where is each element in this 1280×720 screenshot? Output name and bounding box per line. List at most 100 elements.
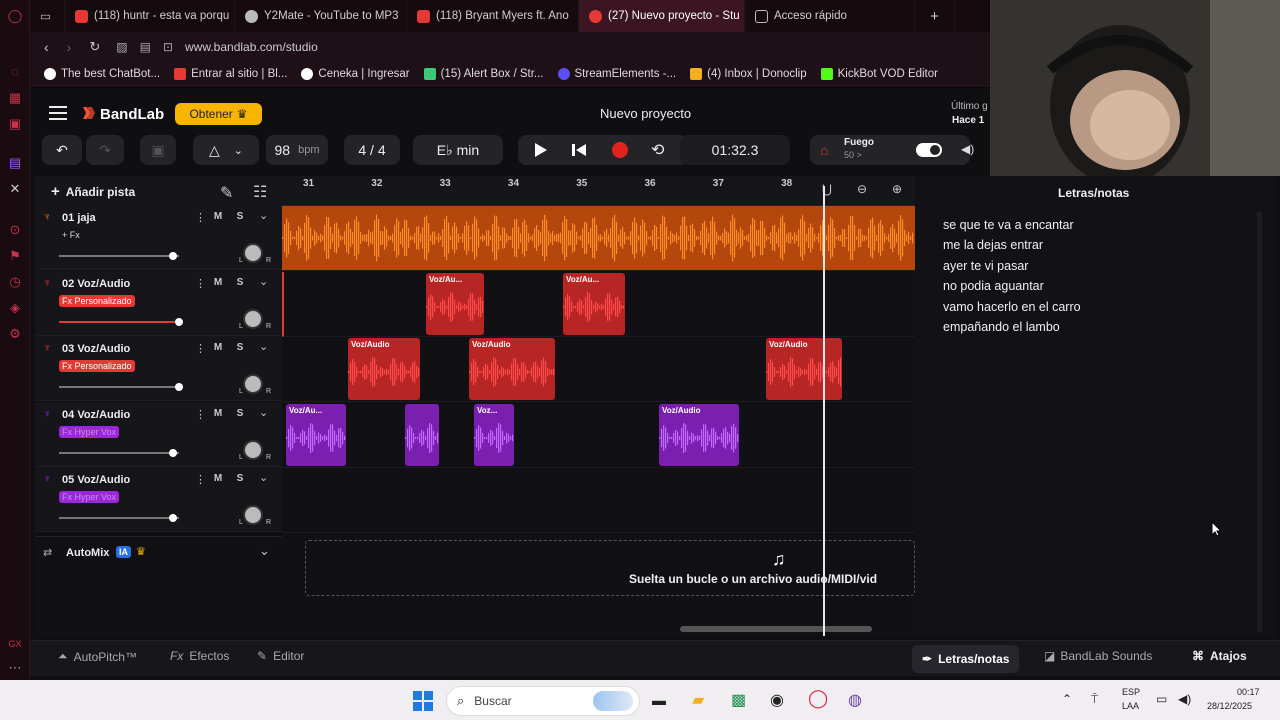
volume-slider[interactable]	[59, 514, 179, 522]
sidebar-icon-5[interactable]: ⚑	[7, 248, 23, 264]
autopitch-button[interactable]: ⏶ AutoPitch™	[58, 649, 137, 664]
fx-badge[interactable]: Fx Hyper Vox	[59, 491, 120, 503]
track-header[interactable]: ♆ 02 Voz/Audio Fx Personalizado ⋮ M S ⌄ L R	[35, 270, 282, 336]
mute-button[interactable]: M	[211, 408, 225, 422]
play-icon[interactable]	[532, 142, 548, 158]
solo-button[interactable]: S	[233, 277, 247, 291]
mute-button[interactable]: M	[211, 342, 225, 356]
excel-icon[interactable]: ▩	[731, 690, 746, 710]
reload-icon[interactable]: ↻	[89, 39, 100, 55]
bookmark-0[interactable]: The best ChatBot...	[44, 67, 160, 80]
track-name[interactable]: 01 jaja	[62, 212, 96, 224]
audio-clip[interactable]: Voz/Au...	[426, 272, 484, 335]
lang-top[interactable]: ESP	[1122, 687, 1140, 697]
volume-slider[interactable]	[59, 383, 183, 391]
get-membership-button[interactable]: Obtener ♛	[175, 103, 262, 125]
fx-badge[interactable]: Fx Personalizado	[59, 294, 135, 307]
loop-region-button[interactable]: ▣	[140, 135, 176, 165]
opera-gx-icon[interactable]: ◯	[808, 688, 828, 709]
task-view-icon[interactable]: ▬	[652, 692, 666, 708]
chevron-down-icon[interactable]: ⌄	[259, 471, 268, 484]
pan-knob[interactable]	[243, 439, 263, 460]
search-box[interactable]: ⌕ Buscar	[446, 686, 640, 716]
volume-slider[interactable]	[59, 252, 179, 260]
audio-clip[interactable]	[282, 208, 915, 268]
forward-icon[interactable]: ›	[67, 39, 72, 55]
pan-knob[interactable]	[243, 505, 263, 525]
sidebar-icon-7[interactable]: GX	[7, 636, 23, 652]
chevron-down-icon[interactable]: ⌄	[259, 406, 268, 419]
pan-knob[interactable]	[243, 243, 263, 263]
redo-button[interactable]: ↷	[86, 135, 124, 165]
volume-thumb[interactable]	[169, 448, 177, 457]
clock-time[interactable]: 00:17	[1237, 687, 1260, 697]
pan-knob[interactable]	[243, 374, 263, 394]
track-lane[interactable]	[282, 206, 915, 271]
track-header[interactable]: ♆ 01 jaja + Fx ⋮ M S ⌄ L R	[35, 205, 282, 270]
more-options-icon[interactable]: ⋮	[195, 211, 206, 224]
clock-date[interactable]: 28/12/2025	[1207, 701, 1252, 711]
tab-2[interactable]: (118) Bryant Myers ft. Ano	[407, 0, 579, 32]
volume-thumb[interactable]	[175, 317, 183, 326]
tempo-field[interactable]: 98 bpm	[266, 135, 328, 165]
tab-0[interactable]: (118) huntr - esta va porqu	[65, 0, 235, 32]
sidebar-icon-1[interactable]: ◌	[7, 64, 23, 80]
playhead[interactable]	[823, 186, 825, 636]
fuego-streak[interactable]: ⌂ Fuego 50 >	[810, 135, 970, 165]
mixer-icon[interactable]: ☷	[253, 182, 267, 202]
volume-thumb[interactable]	[169, 514, 177, 522]
track-header[interactable]: ♆ 05 Voz/Audio Fx Hyper Vox ⋮ M S ⌄ L R	[35, 467, 282, 532]
mic-icon[interactable]: ⍑	[1091, 692, 1098, 707]
back-icon[interactable]: ‹	[44, 39, 49, 55]
opera-logo-icon[interactable]: ◯	[7, 8, 23, 24]
more-options-icon[interactable]: ⋮	[195, 408, 206, 421]
volume-thumb[interactable]	[169, 252, 177, 260]
solo-button[interactable]: S	[233, 473, 247, 487]
bookmark-3[interactable]: (15) Alert Box / Str...	[423, 67, 544, 80]
volume-icon[interactable]: ◀)	[961, 142, 974, 156]
track-header[interactable]: ♆ 03 Voz/Audio Fx Personalizado ⋮ M S ⌄ L R	[35, 336, 282, 401]
volume-thumb[interactable]	[175, 383, 183, 391]
bookmark-1[interactable]: Entrar al sitio | Bl...	[174, 67, 287, 80]
settings-icon[interactable]: ⚙	[7, 326, 23, 342]
horizontal-scrollbar[interactable]	[680, 626, 872, 632]
position-display[interactable]: 01:32.3	[680, 135, 790, 165]
sidebar-icon-4[interactable]: ⊙	[7, 222, 23, 238]
microphone-icon[interactable]: ♆	[43, 277, 51, 289]
network-icon[interactable]: ▭	[1156, 692, 1167, 706]
pencil-tool-icon[interactable]: ✎	[220, 183, 233, 203]
bookmark-5[interactable]: (4) Inbox | Donoclip	[690, 67, 807, 80]
more-options-icon[interactable]: ⋮	[195, 277, 206, 290]
solo-button[interactable]: S	[233, 211, 247, 225]
mute-button[interactable]: M	[211, 473, 225, 487]
audio-clip[interactable]: Voz/Au...	[286, 403, 346, 466]
chevron-down-icon[interactable]: ⌄	[259, 543, 270, 559]
tab-overview-icon[interactable]: ▭	[30, 0, 65, 32]
audio-clip[interactable]: Voz/Au...	[563, 272, 625, 335]
x-icon[interactable]: ✕	[7, 181, 23, 197]
add-track-button[interactable]: + Añadir pista	[51, 183, 135, 200]
track-header[interactable]: ♆ 04 Voz/Audio Fx Hyper Vox ⋮ M S ⌄ L R	[35, 401, 282, 467]
bookmark-6[interactable]: KickBot VOD Editor	[820, 67, 938, 80]
undo-button[interactable]: ↶	[42, 135, 82, 165]
notes-scrollbar[interactable]	[1257, 212, 1262, 632]
url-field[interactable]: www.bandlab.com/studio	[185, 40, 318, 54]
tab-1[interactable]: Y2Mate - YouTube to MP3	[235, 0, 407, 32]
lang-bottom[interactable]: LAA	[1122, 701, 1139, 711]
fx-badge[interactable]: Fx Hyper Vox	[59, 425, 120, 438]
more-icon[interactable]: ⋯	[7, 660, 23, 676]
microphone-icon[interactable]: ♆	[43, 211, 51, 223]
volume-slider[interactable]	[59, 448, 179, 457]
tab-3[interactable]: (27) Nuevo proyecto - Stu	[579, 0, 745, 32]
editor-button[interactable]: ✎ Editor	[257, 649, 304, 663]
shortcuts-button[interactable]: ⌘ Atajos	[1192, 649, 1247, 663]
microphone-icon[interactable]: ♆	[43, 408, 51, 420]
chrome-icon[interactable]: ◉	[770, 690, 784, 710]
snapshot-icon[interactable]: ▨	[116, 40, 127, 54]
audio-clip[interactable]: Voz/Audio	[659, 403, 739, 466]
bookmark-4[interactable]: StreamElements -...	[557, 67, 676, 80]
track-name[interactable]: 02 Voz/Audio	[62, 278, 130, 290]
chevron-down-icon[interactable]: ⌄	[259, 209, 268, 222]
menu-icon[interactable]	[49, 106, 67, 120]
track-lane[interactable]: Voz/Audio Voz/Audio Voz/Audio	[282, 337, 915, 402]
